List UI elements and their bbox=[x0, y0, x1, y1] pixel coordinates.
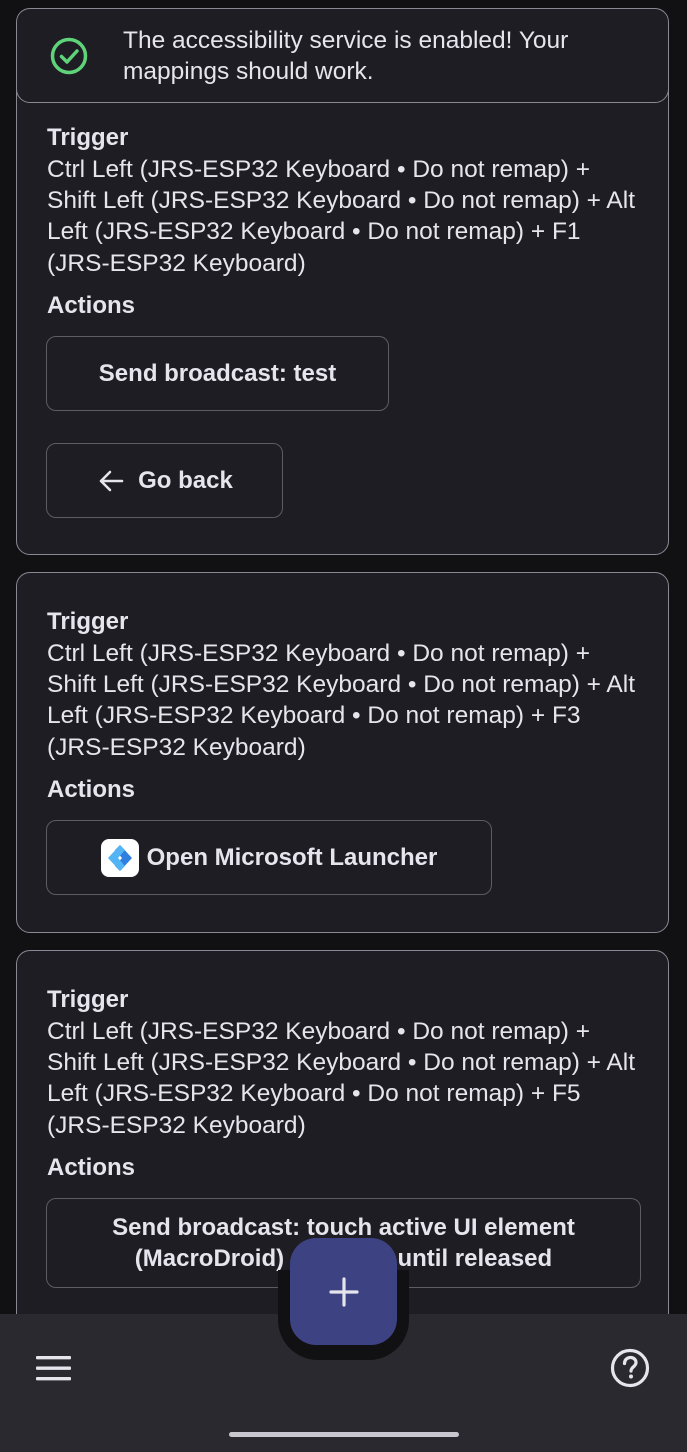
mapping-card[interactable]: Trigger Ctrl Left (JRS-ESP32 Keyboard • … bbox=[16, 60, 669, 555]
action-send-broadcast-test[interactable]: Send broadcast: test bbox=[46, 336, 389, 411]
actions-label: Actions bbox=[47, 775, 136, 803]
actions-label: Actions bbox=[47, 1153, 136, 1181]
trigger-description: Ctrl Left (JRS-ESP32 Keyboard • Do not r… bbox=[47, 640, 636, 761]
action-go-back[interactable]: Go back bbox=[46, 443, 283, 518]
gesture-navigation-handle[interactable] bbox=[229, 1432, 459, 1437]
banner-message: The accessibility service is enabled! Yo… bbox=[123, 26, 569, 85]
action-open-microsoft-launcher[interactable]: Open Microsoft Launcher bbox=[46, 820, 492, 895]
actions-label: Actions bbox=[47, 291, 136, 319]
add-mapping-button[interactable] bbox=[290, 1238, 397, 1345]
trigger-label: Trigger bbox=[47, 608, 129, 635]
check-circle-icon bbox=[50, 37, 88, 74]
trigger-description: Ctrl Left (JRS-ESP32 Keyboard • Do not r… bbox=[47, 1018, 636, 1139]
trigger-label: Trigger bbox=[47, 124, 129, 151]
action-label: Go back bbox=[138, 467, 233, 494]
plus-icon bbox=[328, 1276, 359, 1307]
help-icon[interactable] bbox=[608, 1346, 652, 1390]
accessibility-status-banner: The accessibility service is enabled! Yo… bbox=[16, 8, 669, 103]
microsoft-launcher-icon bbox=[100, 838, 139, 877]
action-label: Send broadcast: test bbox=[98, 360, 337, 387]
action-label: Open Microsoft Launcher bbox=[146, 844, 438, 871]
menu-icon[interactable] bbox=[30, 1350, 76, 1388]
mapping-card[interactable]: Trigger Ctrl Left (JRS-ESP32 Keyboard • … bbox=[16, 572, 669, 933]
screen: The accessibility service is enabled! Yo… bbox=[0, 0, 687, 1452]
trigger-description: Ctrl Left (JRS-ESP32 Keyboard • Do not r… bbox=[47, 156, 636, 277]
arrow-back-icon bbox=[99, 470, 124, 491]
trigger-label: Trigger bbox=[47, 986, 129, 1013]
